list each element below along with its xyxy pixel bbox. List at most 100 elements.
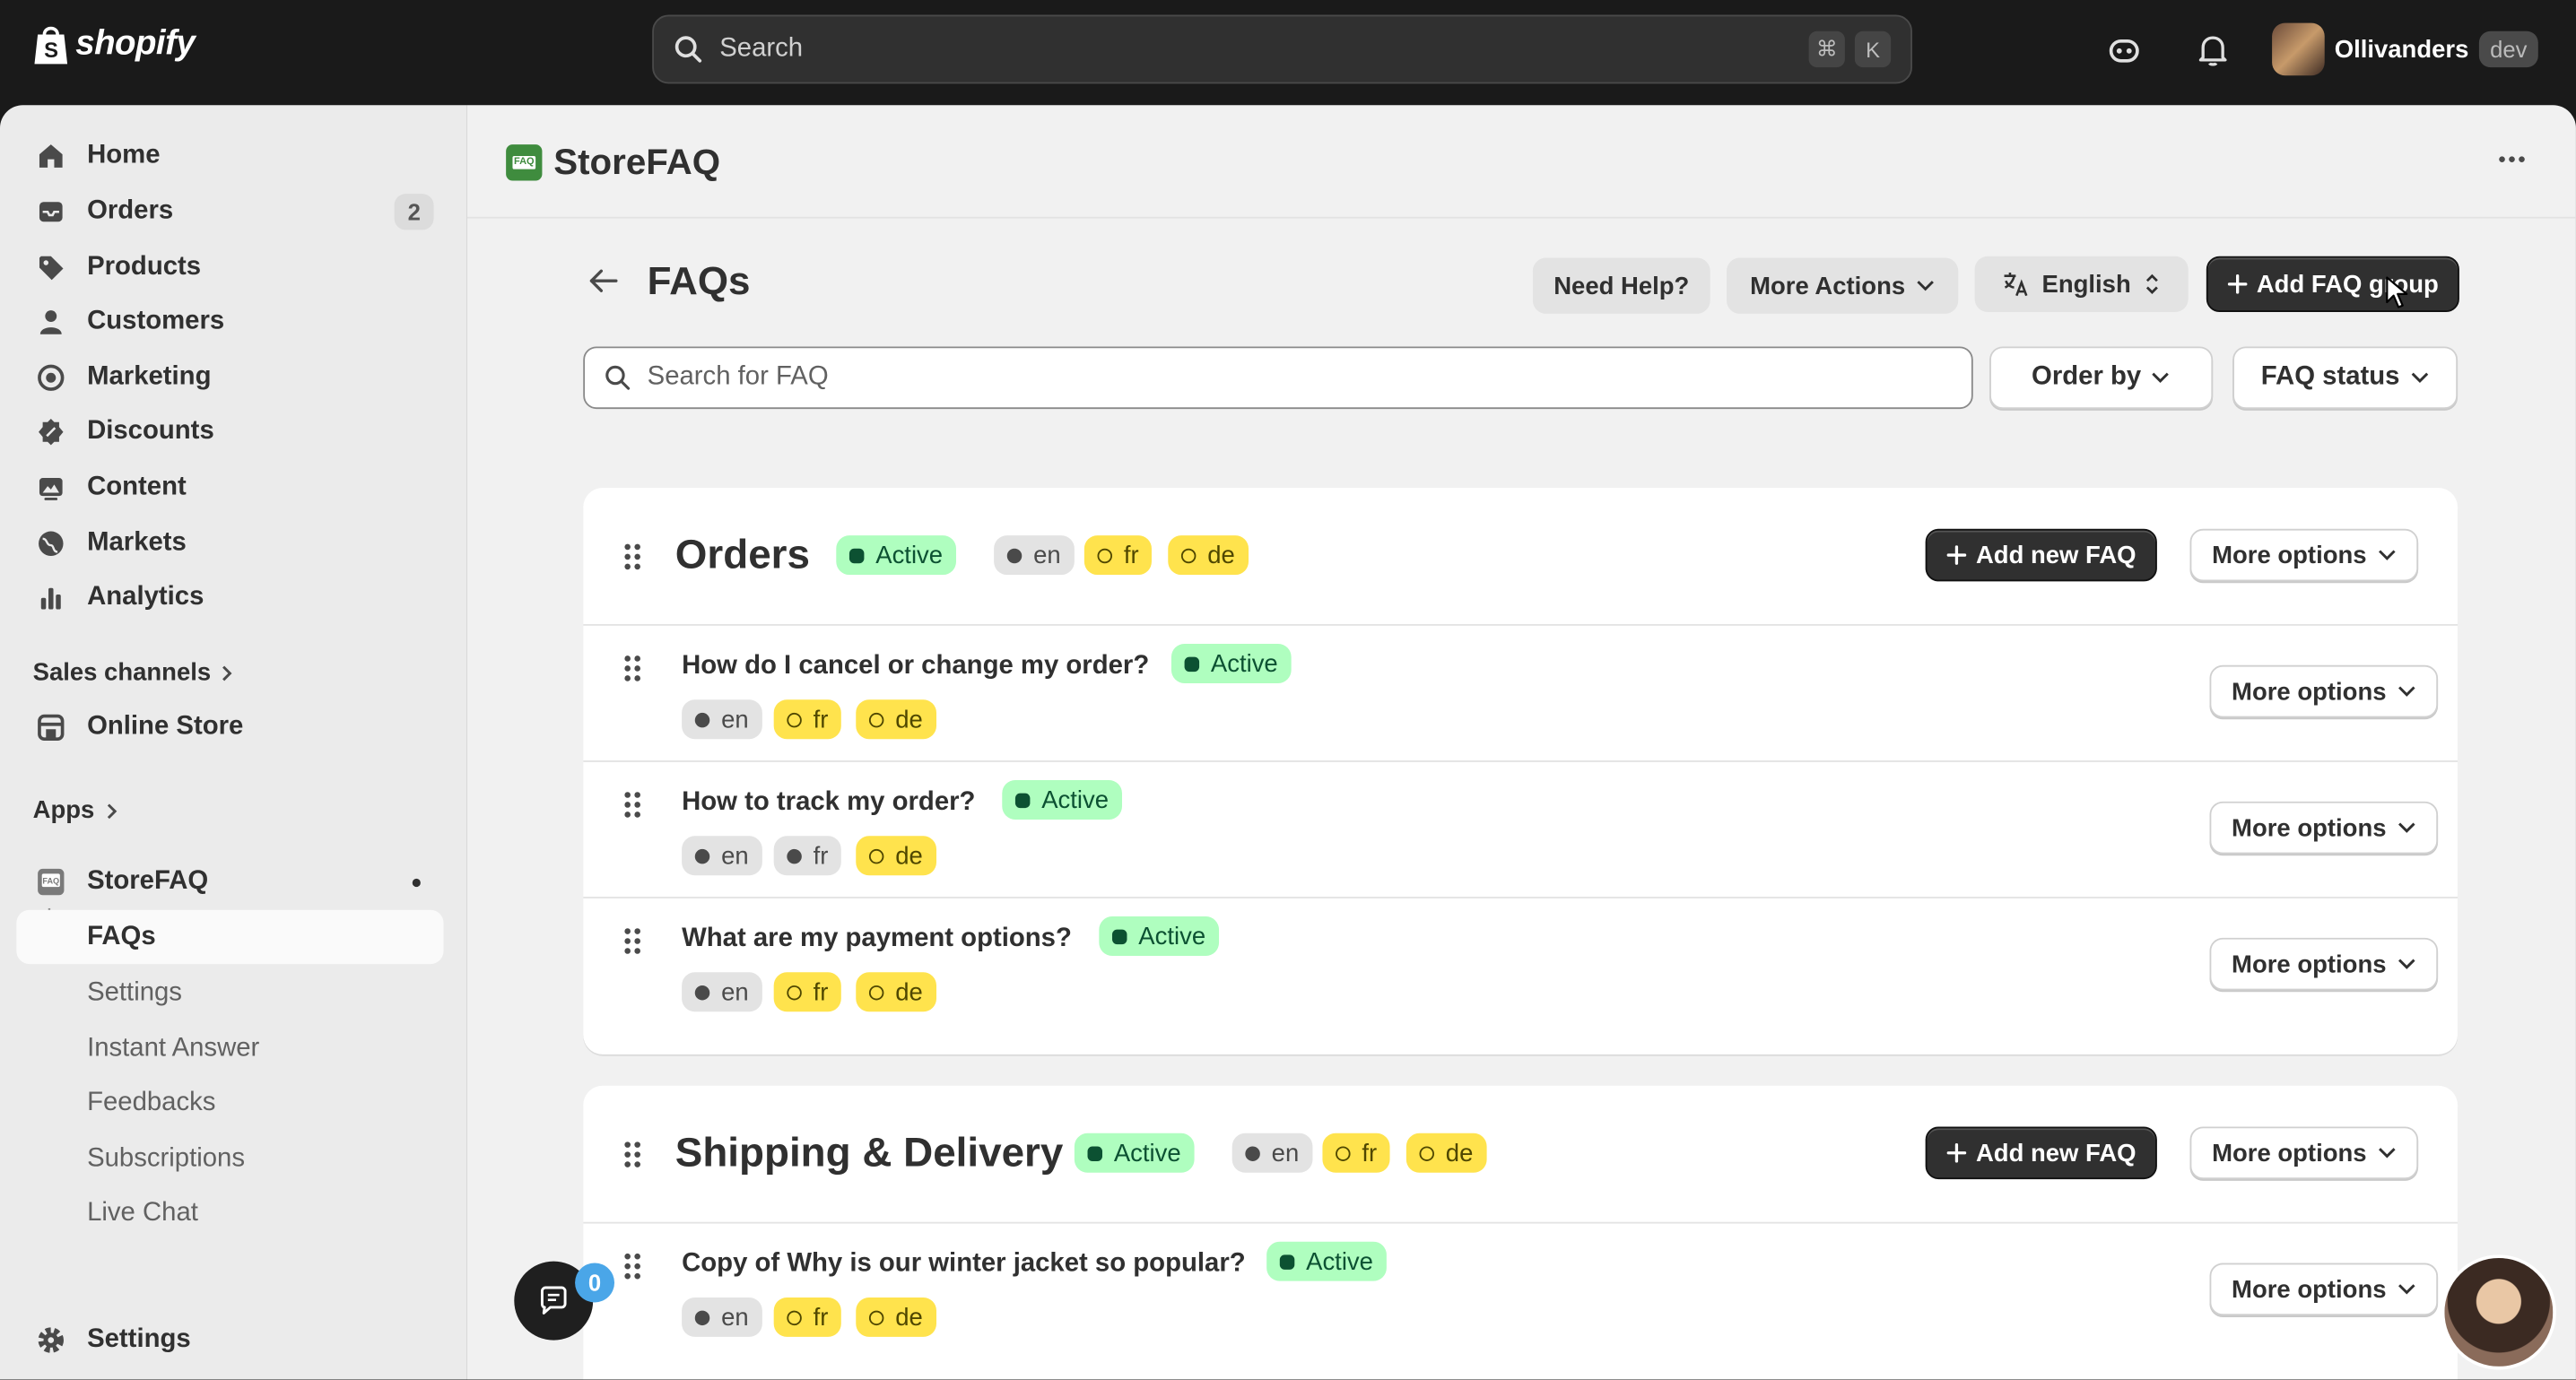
home-icon <box>39 144 63 168</box>
sidebar-item-settings-app[interactable]: Settings <box>16 966 443 1020</box>
add-new-faq-label: Add new FAQ <box>1975 1139 2137 1167</box>
support-avatar[interactable] <box>2441 1254 2556 1370</box>
drag-handle-icon[interactable] <box>622 654 642 683</box>
sidebar-item-home[interactable]: Home <box>16 128 443 182</box>
sales-channels-label: Sales channels <box>32 658 212 687</box>
faq-more-options-button[interactable]: More options <box>2209 801 2439 855</box>
more-actions-button[interactable]: More Actions <box>1727 257 1959 314</box>
sidebar-item-analytics[interactable]: Analytics <box>16 570 443 624</box>
apps-label: Apps <box>32 796 95 825</box>
drag-handle-icon[interactable] <box>622 926 642 956</box>
app-title: StoreFAQ <box>553 141 721 183</box>
sidebar-item-live-chat[interactable]: Live Chat <box>16 1185 443 1239</box>
faq-question[interactable]: Copy of Why is our winter jacket so popu… <box>682 1250 1246 1280</box>
page-title: FAQs <box>647 259 751 304</box>
person-icon <box>39 310 62 334</box>
chevron-down-icon <box>2398 959 2415 969</box>
language-badge-en: en <box>1231 1133 1312 1173</box>
faq-question[interactable]: How do I cancel or change my order? <box>682 652 1149 681</box>
sales-channels-section[interactable]: Sales channels <box>32 658 234 687</box>
sidebar-item-customers[interactable]: Customers <box>16 294 443 348</box>
sidebar-item-label: StoreFAQ <box>87 866 209 895</box>
chevron-down-icon <box>2152 372 2170 384</box>
sidebar-item-instant-answer[interactable]: Instant Answer <box>16 1021 443 1075</box>
back-arrow-icon[interactable] <box>588 269 618 292</box>
sidebar-item-content[interactable]: Content <box>16 460 443 514</box>
group-more-options-button[interactable]: More options <box>2189 1126 2419 1180</box>
sidebar-item-label: Products <box>87 252 202 281</box>
active-app-dot <box>412 878 421 888</box>
status-badge: Active <box>1002 780 1122 820</box>
svg-text:S: S <box>44 39 57 63</box>
sidebar-item-orders[interactable]: Orders 2 <box>16 184 443 238</box>
notifications-button[interactable] <box>2191 30 2234 73</box>
language-code: en <box>1271 1139 1300 1167</box>
sidebar-item-label: Home <box>87 140 161 169</box>
bell-icon <box>2198 36 2227 66</box>
sidebar-item-storefaq[interactable]: FAQ StoreFAQ <box>16 854 443 907</box>
more-horizontal-icon[interactable] <box>2497 154 2527 164</box>
apps-section[interactable]: Apps <box>33 796 117 824</box>
language-selector[interactable]: English <box>1974 256 2189 313</box>
language-code: de <box>1445 1139 1474 1167</box>
add-faq-group-button[interactable]: Add FAQ group <box>2206 256 2459 313</box>
sidebar-item-online-store[interactable]: Online Store <box>16 699 443 753</box>
language-badge-fr: fr <box>773 972 842 1012</box>
sidebar-item-faqs[interactable]: FAQs <box>16 909 444 965</box>
sidebar-item-marketing[interactable]: Marketing <box>16 350 443 404</box>
sidebar-item-products[interactable]: Products <box>16 239 443 293</box>
shopping-bag-icon: S <box>34 26 68 65</box>
chevron-down-icon <box>2378 1148 2395 1159</box>
status-label: Active <box>1138 922 1206 950</box>
faq-search-input[interactable]: Search for FAQ <box>583 346 1973 410</box>
drag-handle-icon[interactable] <box>622 790 642 820</box>
faq-status-button[interactable]: FAQ status <box>2232 346 2459 410</box>
drag-handle-icon[interactable] <box>622 1252 642 1281</box>
sidebar-item-markets[interactable]: Markets <box>16 516 443 569</box>
sidebar-item-feedbacks[interactable]: Feedbacks <box>16 1076 443 1130</box>
add-new-faq-button[interactable]: Add new FAQ <box>1925 1126 2157 1180</box>
sidekick-button[interactable] <box>2102 30 2145 73</box>
storefaq-logo: FAQ <box>506 144 543 181</box>
need-help-button[interactable]: Need Help? <box>1532 257 1710 314</box>
group-more-options-button[interactable]: More options <box>2189 528 2419 582</box>
app-logo-text: FAQ <box>512 156 536 169</box>
sidebar-item-subscriptions[interactable]: Subscriptions <box>16 1132 443 1185</box>
store-menu[interactable]: Ollivanders dev <box>2272 22 2539 76</box>
sidebar-item-label: Online Store <box>87 711 244 741</box>
add-new-faq-button[interactable]: Add new FAQ <box>1925 528 2157 582</box>
drag-handle-icon[interactable] <box>622 542 642 571</box>
language-badge-en: en <box>682 1297 762 1337</box>
language-code: fr <box>813 1303 829 1332</box>
language-badge-de: de <box>856 1297 936 1337</box>
chevron-down-icon <box>2398 686 2415 697</box>
sidebar-item-settings[interactable]: Settings <box>16 1312 443 1366</box>
status-label: Active <box>1210 649 1278 678</box>
drag-handle-icon[interactable] <box>622 1140 642 1169</box>
language-code: de <box>895 841 923 870</box>
language-code: en <box>721 1303 749 1332</box>
more-options-label: More options <box>2212 1139 2367 1167</box>
global-search-input[interactable]: Search ⌘ K <box>652 14 1912 84</box>
sidebar-item-label: Instant Answer <box>87 1034 260 1063</box>
tag-icon <box>39 256 64 281</box>
globe-icon <box>39 531 64 556</box>
faq-more-options-button[interactable]: More options <box>2209 1263 2439 1316</box>
svg-text:FAQ: FAQ <box>42 876 59 885</box>
inbox-icon <box>39 202 63 222</box>
orders-count-badge: 2 <box>394 193 434 230</box>
shopify-logo[interactable]: S shopify <box>33 23 196 66</box>
language-code: en <box>721 841 749 870</box>
target-icon <box>38 364 65 391</box>
faq-group-header: Orders Active en fr de Add new FAQ More … <box>583 488 2459 626</box>
faq-question[interactable]: What are my payment options? <box>682 924 1072 954</box>
faq-more-options-button[interactable]: More options <box>2209 937 2439 991</box>
order-by-button[interactable]: Order by <box>1989 346 2214 410</box>
status-label: Active <box>1306 1247 1373 1276</box>
content-icon <box>39 477 63 500</box>
faq-more-options-button[interactable]: More options <box>2209 664 2439 718</box>
sidebar-item-discounts[interactable]: Discounts <box>16 404 443 458</box>
plus-icon <box>2227 274 2247 294</box>
faq-row: How to track my order? Active en fr de M… <box>583 760 2459 898</box>
faq-question[interactable]: How to track my order? <box>682 788 975 818</box>
